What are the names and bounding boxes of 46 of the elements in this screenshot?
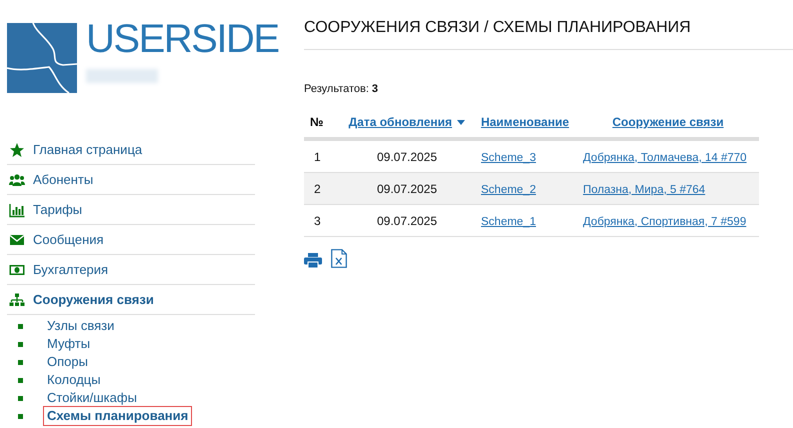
column-header-link[interactable]: Дата обновления bbox=[348, 115, 452, 129]
submenu-item[interactable]: Колодцы bbox=[43, 370, 105, 390]
results-label: Результатов: bbox=[304, 83, 369, 95]
bullet-icon bbox=[18, 396, 23, 400]
bullet-icon bbox=[18, 342, 23, 346]
submenu-item[interactable]: Схемы планирования bbox=[43, 406, 192, 426]
bullet-icon bbox=[18, 360, 23, 364]
results-count: 3 bbox=[372, 83, 378, 95]
bullet-icon bbox=[18, 414, 23, 418]
users-icon bbox=[9, 172, 25, 188]
table-cell: 2 bbox=[314, 182, 321, 196]
menu-item[interactable]: Сооружения связи bbox=[7, 285, 255, 315]
menu-item[interactable]: Главная страница bbox=[7, 135, 255, 165]
column-header: № bbox=[310, 115, 324, 129]
table-cell: 09.07.2025 bbox=[376, 214, 438, 228]
table-cell: 09.07.2025 bbox=[376, 150, 438, 164]
submenu-item[interactable]: Опоры bbox=[43, 352, 92, 372]
table-cell: 1 bbox=[314, 150, 321, 164]
submenu-item[interactable]: Муфты bbox=[43, 334, 94, 354]
table-link[interactable]: Scheme_2 bbox=[481, 184, 536, 196]
logo-text: USERSIDE bbox=[86, 21, 278, 57]
print-icon[interactable] bbox=[304, 253, 322, 268]
menu-item[interactable]: Сообщения bbox=[7, 225, 255, 255]
table-link[interactable]: Добрянка, Толмачева, 14 #770 bbox=[583, 152, 747, 164]
bar-chart-icon bbox=[9, 202, 25, 218]
menu-item[interactable]: Бухгалтерия bbox=[7, 255, 255, 285]
table-link[interactable]: Scheme_3 bbox=[481, 152, 536, 164]
column-header-link[interactable]: Наименование bbox=[480, 115, 570, 129]
star-icon bbox=[9, 142, 25, 158]
menu-item[interactable]: Тарифы bbox=[7, 195, 255, 225]
sort-caret-icon[interactable] bbox=[457, 120, 466, 126]
submenu-item[interactable]: Стойки/шкафы bbox=[43, 388, 141, 408]
page-title: СООРУЖЕНИЯ СВЯЗИ / СХЕМЫ ПЛАНИРОВАНИЯ bbox=[304, 19, 793, 50]
column-header-link[interactable]: Сооружение связи bbox=[612, 115, 724, 129]
spreadsheet-file-icon[interactable] bbox=[331, 249, 347, 268]
bullet-icon bbox=[18, 324, 23, 328]
blurred-text bbox=[86, 69, 158, 83]
table-cell: 3 bbox=[314, 214, 321, 228]
submenu-item[interactable]: Узлы связи bbox=[43, 316, 118, 336]
table-link[interactable]: Добрянка, Спортивная, 7 #599 bbox=[583, 216, 746, 228]
logo-icon bbox=[7, 23, 77, 93]
bullet-icon bbox=[18, 378, 23, 382]
sitemap-icon bbox=[9, 292, 25, 308]
menu-item[interactable]: Абоненты bbox=[7, 165, 255, 195]
table-cell: 09.07.2025 bbox=[376, 182, 438, 196]
table-link[interactable]: Scheme_1 bbox=[481, 216, 536, 228]
